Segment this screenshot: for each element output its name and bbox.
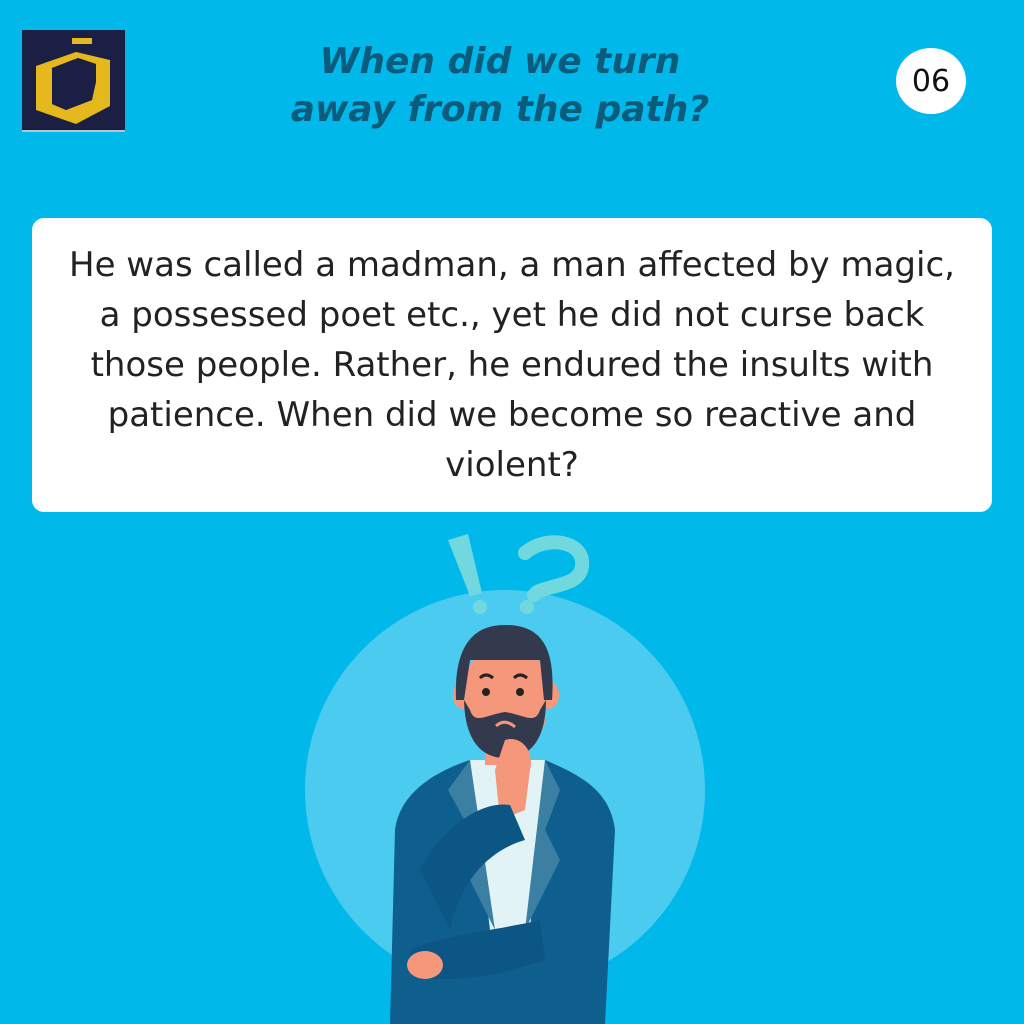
- logo-cube-icon: [36, 38, 110, 124]
- title-line-2: away from the path?: [290, 89, 710, 130]
- quote-text: He was called a madman, a man affected b…: [69, 245, 955, 485]
- title-line-1: When did we turn: [319, 41, 681, 82]
- page-title: When did we turn away from the path?: [200, 38, 800, 134]
- page-number-badge: 06: [896, 48, 966, 114]
- thinking-man-illustration: [305, 534, 705, 1024]
- quote-card: He was called a madman, a man affected b…: [32, 218, 992, 512]
- brand-logo: [22, 30, 125, 132]
